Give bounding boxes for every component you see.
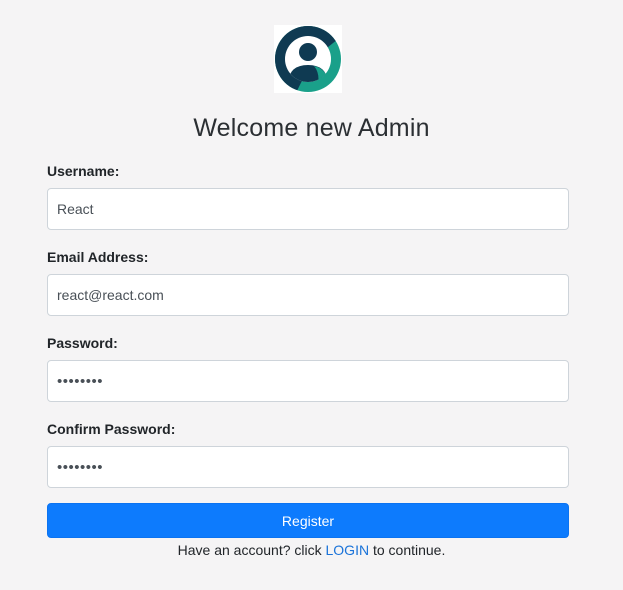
login-prompt-prefix: Have an account? click — [177, 542, 326, 558]
confirm-password-label: Confirm Password: — [47, 421, 176, 437]
logo — [274, 25, 342, 93]
username-input[interactable] — [47, 188, 569, 230]
confirm-password-input[interactable] — [47, 446, 569, 488]
email-input[interactable] — [47, 274, 569, 316]
login-prompt: Have an account? click LOGIN to continue… — [0, 542, 623, 558]
password-input[interactable] — [47, 360, 569, 402]
login-prompt-suffix: to continue. — [369, 542, 446, 558]
email-label: Email Address: — [47, 249, 149, 265]
user-avatar-icon — [275, 26, 341, 92]
username-label: Username: — [47, 163, 120, 179]
password-label: Password: — [47, 335, 118, 351]
register-button[interactable]: Register — [47, 503, 569, 538]
login-link[interactable]: LOGIN — [326, 542, 370, 558]
page-title: Welcome new Admin — [193, 114, 430, 142]
